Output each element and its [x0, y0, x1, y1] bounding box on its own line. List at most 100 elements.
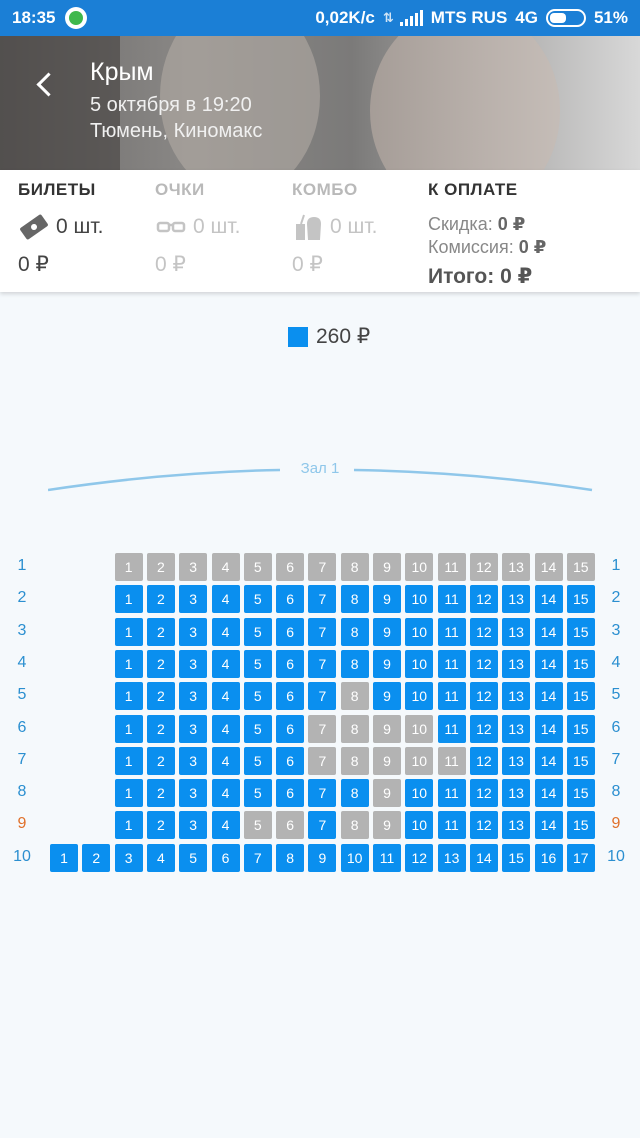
seat-available[interactable]: 7 [308, 649, 337, 678]
seat-available[interactable]: 15 [566, 617, 595, 646]
seat-available[interactable]: 6 [276, 617, 305, 646]
seat-available[interactable]: 4 [211, 714, 240, 743]
seat-available[interactable]: 11 [437, 682, 466, 711]
seat-available[interactable]: 13 [502, 617, 531, 646]
seat-available[interactable]: 5 [243, 585, 272, 614]
seat-available[interactable]: 15 [502, 843, 531, 872]
glasses-column[interactable]: ОЧКИ 0 шт. 0 ₽ [155, 180, 241, 277]
seat-available[interactable]: 5 [243, 779, 272, 808]
seat-available[interactable]: 3 [114, 843, 143, 872]
seat-available[interactable]: 2 [146, 811, 175, 840]
seat-available[interactable]: 8 [340, 779, 369, 808]
seat-available[interactable]: 7 [243, 843, 272, 872]
seat-available[interactable]: 4 [211, 682, 240, 711]
seat-available[interactable]: 3 [179, 779, 208, 808]
seat-available[interactable]: 12 [469, 811, 498, 840]
seat-available[interactable]: 2 [146, 779, 175, 808]
seat-available[interactable]: 9 [373, 682, 401, 711]
seat-available[interactable]: 13 [502, 746, 531, 775]
seat-available[interactable]: 2 [146, 585, 175, 614]
seat-available[interactable]: 4 [211, 649, 240, 678]
seat-available[interactable]: 7 [308, 811, 337, 840]
seat-available[interactable]: 14 [534, 585, 563, 614]
seat-available[interactable]: 13 [502, 779, 531, 808]
seat-available[interactable]: 13 [437, 843, 466, 872]
seat-available[interactable]: 1 [114, 779, 143, 808]
seat-available[interactable]: 5 [243, 682, 272, 711]
seat-available[interactable]: 10 [405, 585, 434, 614]
seat-available[interactable]: 7 [308, 585, 337, 614]
seat-available[interactable]: 3 [179, 682, 208, 711]
seat-available[interactable]: 8 [340, 617, 369, 646]
seat-available[interactable]: 12 [405, 843, 434, 872]
seat-available[interactable]: 3 [179, 585, 208, 614]
tickets-column[interactable]: БИЛЕТЫ 0 шт. 0 ₽ [18, 180, 104, 277]
seat-available[interactable]: 1 [114, 811, 143, 840]
seat-available[interactable]: 4 [146, 843, 175, 872]
seat-available[interactable]: 15 [566, 779, 595, 808]
seat-available[interactable]: 12 [469, 746, 498, 775]
seat-available[interactable]: 4 [211, 617, 240, 646]
seat-available[interactable]: 14 [534, 649, 563, 678]
seat-available[interactable]: 4 [211, 779, 240, 808]
seat-available[interactable]: 11 [437, 811, 466, 840]
seat-available[interactable]: 12 [469, 714, 498, 743]
seat-available[interactable]: 1 [50, 843, 78, 872]
seat-available[interactable]: 11 [437, 585, 466, 614]
seat-available[interactable]: 5 [179, 843, 208, 872]
seat-available[interactable]: 12 [469, 649, 498, 678]
seat-available[interactable]: 7 [308, 682, 337, 711]
seat-available[interactable]: 1 [114, 585, 143, 614]
seat-available[interactable]: 13 [502, 649, 531, 678]
seat-available[interactable]: 13 [502, 682, 531, 711]
seat-available[interactable]: 1 [114, 682, 143, 711]
seat-available[interactable]: 5 [243, 617, 272, 646]
seat-available[interactable]: 15 [566, 649, 595, 678]
seat-available[interactable]: 12 [469, 779, 498, 808]
seat-available[interactable]: 12 [469, 682, 498, 711]
seat-available[interactable]: 15 [566, 585, 595, 614]
seat-available[interactable]: 11 [373, 843, 401, 872]
seat-available[interactable]: 14 [534, 617, 563, 646]
seat-available[interactable]: 6 [276, 649, 305, 678]
seat-available[interactable]: 11 [437, 649, 466, 678]
seat-available[interactable]: 7 [308, 617, 337, 646]
seat-available[interactable]: 10 [405, 682, 434, 711]
seat-available[interactable]: 14 [534, 811, 563, 840]
combo-column[interactable]: КОМБО 0 шт. 0 ₽ [292, 180, 378, 277]
seat-available[interactable]: 3 [179, 617, 208, 646]
seat-available[interactable]: 13 [502, 811, 531, 840]
seat-available[interactable]: 10 [405, 811, 434, 840]
seat-available[interactable]: 10 [405, 617, 434, 646]
seat-available[interactable]: 11 [437, 714, 466, 743]
seat-available[interactable]: 9 [373, 617, 401, 646]
seat-available[interactable]: 11 [437, 779, 466, 808]
seat-available[interactable]: 5 [243, 714, 272, 743]
seat-available[interactable]: 15 [566, 714, 595, 743]
seat-available[interactable]: 6 [276, 746, 305, 775]
seat-available[interactable]: 10 [405, 779, 434, 808]
seat-available[interactable]: 6 [276, 714, 305, 743]
seat-available[interactable]: 1 [114, 649, 143, 678]
seat-available[interactable]: 15 [566, 811, 595, 840]
seat-available[interactable]: 6 [276, 585, 305, 614]
seat-available[interactable]: 10 [405, 649, 434, 678]
seat-available[interactable]: 6 [276, 682, 305, 711]
seat-available[interactable]: 8 [340, 649, 369, 678]
seat-available[interactable]: 12 [469, 617, 498, 646]
seat-available[interactable]: 14 [534, 714, 563, 743]
seat-available[interactable]: 3 [179, 714, 208, 743]
seat-available[interactable]: 2 [146, 682, 175, 711]
seat-available[interactable]: 5 [243, 746, 272, 775]
seat-available[interactable]: 15 [566, 682, 595, 711]
seat-available[interactable]: 14 [469, 843, 498, 872]
seat-available[interactable]: 12 [469, 585, 498, 614]
seat-available[interactable]: 2 [146, 746, 175, 775]
seat-available[interactable]: 7 [308, 779, 337, 808]
seat-available[interactable]: 9 [308, 843, 337, 872]
seat-available[interactable]: 4 [211, 585, 240, 614]
seat-available[interactable]: 1 [114, 714, 143, 743]
seat-available[interactable]: 2 [146, 714, 175, 743]
seat-available[interactable]: 1 [114, 617, 143, 646]
seat-available[interactable]: 16 [534, 843, 563, 872]
